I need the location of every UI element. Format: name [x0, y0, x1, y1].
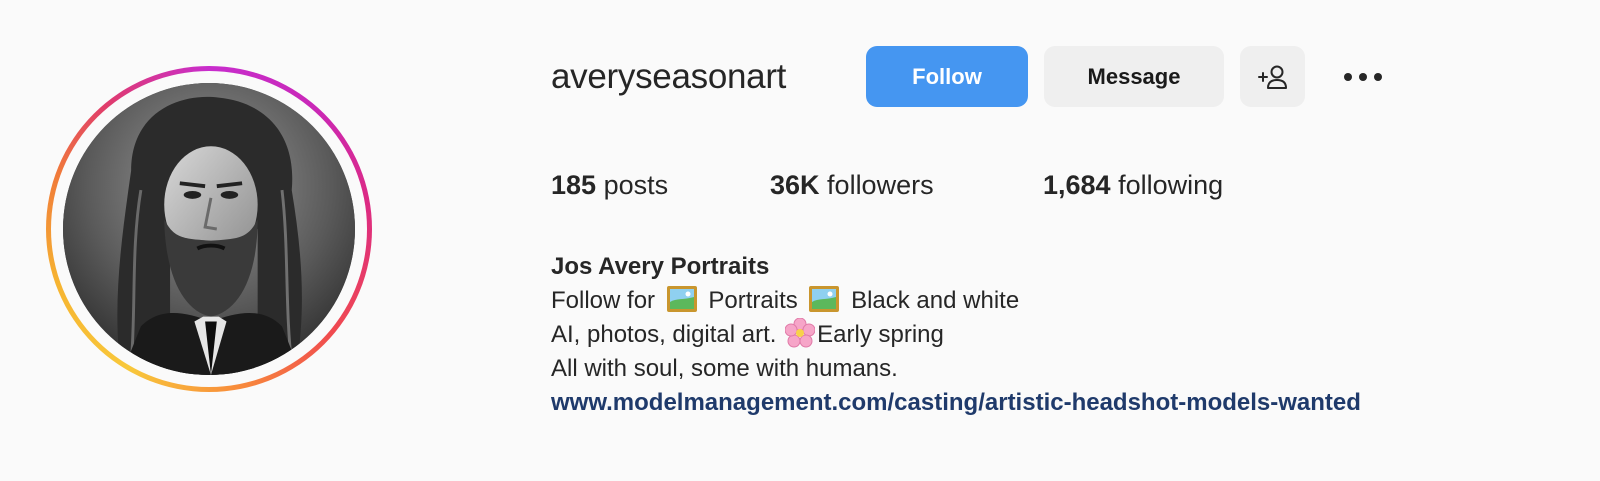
bio-text: Portraits	[708, 287, 798, 314]
more-horizontal-icon	[1343, 72, 1382, 81]
bio: Jos Avery Portraits Follow for Portraits…	[551, 250, 1361, 420]
framed-picture-icon	[809, 286, 840, 312]
posts-count: 185 posts	[551, 168, 668, 202]
bio-line-1: Follow for Portraits Black and white	[551, 284, 1361, 318]
posts-label: posts	[603, 170, 669, 200]
bio-text: Black and white	[851, 287, 1020, 314]
more-options-button[interactable]	[1330, 46, 1395, 107]
bio-text: Follow for	[551, 287, 656, 314]
profile-photo	[63, 83, 355, 375]
following-number: 1,684	[1043, 170, 1111, 200]
followers-number: 36K	[770, 170, 820, 200]
bio-text: AI, photos, digital art.	[551, 321, 777, 348]
suggested-accounts-button[interactable]	[1240, 46, 1305, 107]
following-count[interactable]: 1,684 following	[1043, 168, 1223, 202]
add-person-icon	[1257, 65, 1287, 89]
bio-line-2: AI, photos, digital art. Early spring	[551, 318, 1361, 352]
followers-count[interactable]: 36K followers	[770, 168, 934, 202]
display-name: Jos Avery Portraits	[551, 253, 770, 280]
avatar[interactable]	[63, 83, 355, 375]
following-label: following	[1118, 170, 1224, 200]
followers-label: followers	[827, 170, 934, 200]
bio-website-link[interactable]: www.modelmanagement.com/casting/artistic…	[551, 386, 1361, 420]
bio-line-3: All with soul, some with humans.	[551, 355, 898, 382]
follow-button[interactable]: Follow	[866, 46, 1028, 107]
message-button[interactable]: Message	[1044, 46, 1224, 107]
story-ring[interactable]	[46, 66, 372, 392]
bio-text: Early spring	[817, 321, 944, 348]
cherry-blossom-icon	[785, 318, 816, 348]
posts-number: 185	[551, 170, 597, 200]
profile-header: averyseasonart Follow Message 185 posts …	[0, 0, 1600, 481]
username: averyseasonart	[551, 57, 787, 96]
framed-picture-icon	[666, 286, 697, 312]
